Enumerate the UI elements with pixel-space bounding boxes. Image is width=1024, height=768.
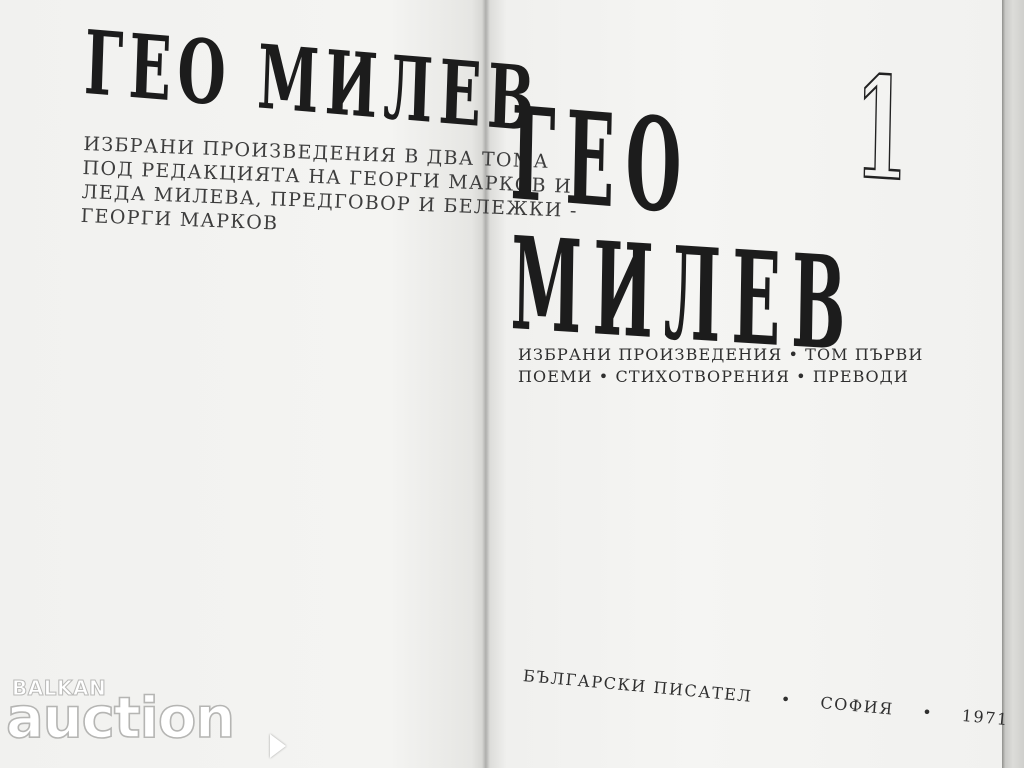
right-subtitle-line: ИЗБРАНИ ПРОИЗВЕДЕНИЯ • ТОМ ПЪРВИ	[518, 345, 924, 364]
imprint-separator: •	[921, 702, 935, 723]
imprint-separator: •	[780, 689, 793, 710]
play-arrow-icon	[270, 734, 286, 758]
volume-number: 1	[852, 45, 911, 214]
watermark-logo: BALKAN auction	[5, 676, 286, 766]
right-subtitle: ИЗБРАНИ ПРОИЗВЕДЕНИЯ • ТОМ ПЪРВИ ПОЕМИ •…	[518, 344, 923, 388]
left-subtitle: ИЗБРАНИ ПРОИЗВЕДЕНИЯ В ДВА ТОМА ПОД РЕДА…	[80, 132, 578, 244]
watermark-big-text: auction	[5, 685, 236, 752]
right-subtitle-line: ПОЕМИ • СТИХОТВОРЕНИЯ • ПРЕВОДИ	[518, 367, 909, 386]
page-edge	[1002, 0, 1024, 768]
